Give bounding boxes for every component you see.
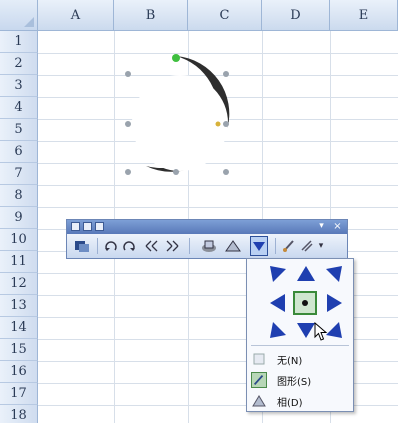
menu-item-label: 图形(S) (277, 377, 312, 388)
row-header-18[interactable]: 18 (0, 405, 38, 423)
nudge-left-icon[interactable] (143, 238, 161, 254)
moon-inner-white (132, 75, 228, 171)
select-all-corner[interactable] (0, 0, 38, 31)
toolbar-icon (71, 222, 80, 231)
perspective-shadow-icon (252, 395, 266, 407)
shadow-settings-toolbar: ▾ × ▾ (66, 219, 348, 259)
selection-handle[interactable] (223, 71, 229, 77)
shadow-color-icon[interactable] (223, 238, 243, 254)
column-header-a[interactable]: A (38, 0, 114, 31)
row-header-4[interactable]: 4 (0, 97, 38, 119)
row-header-3[interactable]: 3 (0, 75, 38, 97)
column-header-e[interactable]: E (330, 0, 398, 31)
row-header-8[interactable]: 8 (0, 185, 38, 207)
nudge-up-icon[interactable] (103, 238, 119, 254)
toolbar-icon (83, 222, 92, 231)
row-header-2[interactable]: 2 (0, 53, 38, 75)
toolbar-icon (95, 222, 104, 231)
arrow-up-right-icon[interactable] (323, 263, 345, 285)
selection-handle[interactable] (125, 121, 131, 127)
adjust-handle[interactable] (215, 121, 221, 127)
mouse-pointer-icon (314, 322, 328, 341)
down-arrow-icon (253, 242, 265, 251)
column-header-d[interactable]: D (262, 0, 330, 31)
row-header-17[interactable]: 17 (0, 383, 38, 405)
shape-shadow-icon (251, 372, 267, 388)
close-icon[interactable]: × (332, 221, 343, 232)
arrow-left-icon[interactable] (267, 292, 289, 314)
column-header-c[interactable]: C (188, 0, 262, 31)
no-offset-cell[interactable] (293, 291, 317, 315)
gridline (38, 185, 398, 186)
toolbar-options-icon[interactable]: ▾ (316, 221, 327, 232)
selection-handle[interactable] (125, 169, 131, 175)
toolbar-body: ▾ (67, 234, 347, 258)
menu-item-shape[interactable]: 图形(S) (247, 370, 353, 390)
arrow-down-left-icon[interactable] (267, 319, 289, 341)
row-header-9[interactable]: 9 (0, 207, 38, 229)
shadow-direction-menu: 无(N) 图形(S) 相(D) (246, 258, 354, 412)
arrow-up-left-icon[interactable] (267, 263, 289, 285)
nudge-down-icon[interactable] (121, 238, 137, 254)
row-header-12[interactable]: 12 (0, 273, 38, 295)
row-header-1[interactable]: 1 (0, 31, 38, 53)
row-header-15[interactable]: 15 (0, 339, 38, 361)
menu-item-label: 无(N) (277, 356, 303, 367)
shadow-direction-button[interactable] (250, 236, 268, 256)
shadow-style-icon[interactable] (199, 238, 219, 254)
row-header-7[interactable]: 7 (0, 163, 38, 185)
selection-handle[interactable] (173, 169, 179, 175)
no-shadow-icon (253, 353, 265, 365)
arrow-up-icon[interactable] (295, 263, 317, 285)
depth-icon[interactable] (299, 238, 315, 254)
column-header-b[interactable]: B (114, 0, 188, 31)
dropdown-caret-icon[interactable]: ▾ (317, 238, 325, 254)
nudge-right-icon[interactable] (163, 238, 181, 254)
arrow-right-icon[interactable] (323, 292, 345, 314)
row-header-11[interactable]: 11 (0, 251, 38, 273)
rotation-handle[interactable] (172, 54, 180, 62)
selection-handle[interactable] (223, 169, 229, 175)
row-header-10[interactable]: 10 (0, 229, 38, 251)
center-dot-icon (302, 300, 308, 306)
spreadsheet: A B C D E 1 2 3 4 5 6 7 8 9 10 11 12 13 … (0, 0, 398, 423)
toolbar-separator (275, 238, 276, 254)
menu-item-perspective[interactable]: 相(D) (247, 391, 353, 411)
direction-arrow-grid (267, 263, 345, 341)
selection-handle[interactable] (125, 71, 131, 77)
column-header-row: A B C D E (0, 0, 398, 31)
menu-item-none[interactable]: 无(N) (247, 349, 353, 369)
toolbar-separator (189, 238, 190, 254)
gridline (38, 207, 398, 208)
shadow-onoff-icon[interactable] (73, 238, 93, 254)
menu-item-label: 相(D) (277, 398, 303, 409)
toolbar-separator (97, 238, 98, 254)
moon-shape[interactable] (118, 48, 248, 180)
row-header-16[interactable]: 16 (0, 361, 38, 383)
menu-separator (251, 345, 349, 346)
brush-icon[interactable] (281, 238, 297, 254)
selection-handle[interactable] (223, 121, 229, 127)
toolbar-title-bar[interactable]: ▾ × (67, 220, 347, 234)
row-header-14[interactable]: 14 (0, 317, 38, 339)
row-header-6[interactable]: 6 (0, 141, 38, 163)
row-header-5[interactable]: 5 (0, 119, 38, 141)
row-header-13[interactable]: 13 (0, 295, 38, 317)
